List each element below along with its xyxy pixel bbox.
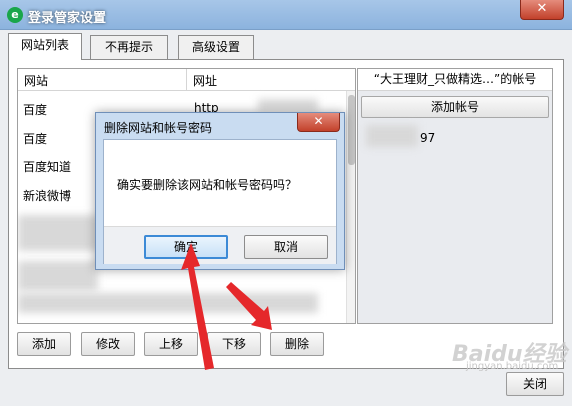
window-title: 登录管家设置 [28, 11, 107, 26]
redacted-row [18, 215, 98, 251]
list-header: 网站 网址 [18, 69, 355, 91]
dialog-body: 确实要删除该网站和帐号密码吗？ 确定 取消 [103, 139, 337, 264]
window-close-button[interactable]: ✕ [520, 0, 564, 20]
account-item[interactable]: 97 [420, 131, 435, 145]
redacted-url [258, 99, 318, 111]
list-row-site[interactable]: 百度知道 [23, 158, 71, 175]
delete-confirm-dialog: 删除网站和帐号密码 ✕ 确实要删除该网站和帐号密码吗？ 确定 取消 [95, 112, 345, 270]
title-bar: e 登录管家设置 ✕ [0, 0, 572, 30]
accounts-header: “大王理财_只做精选…”的帐号 [358, 69, 552, 91]
add-account-button[interactable]: 添加帐号 [361, 96, 549, 118]
confirm-ok-button[interactable]: 确定 [144, 235, 228, 259]
delete-site-button[interactable]: 删除 [270, 332, 324, 356]
redacted-row [18, 293, 318, 313]
confirm-cancel-button[interactable]: 取消 [244, 235, 328, 259]
dialog-message: 确实要删除该网站和帐号密码吗？ [117, 178, 298, 192]
watermark-url: jingyan.baidu.com [466, 361, 559, 372]
dialog-footer: 确定 取消 [104, 226, 336, 264]
dialog-title: 删除网站和帐号密码 [104, 121, 213, 135]
close-button[interactable]: 关闭 [506, 372, 564, 396]
app-logo-icon: e [7, 7, 23, 23]
scrollbar-thumb[interactable] [348, 95, 355, 165]
accounts-panel: “大王理财_只做精选…”的帐号 添加帐号 97 [357, 68, 553, 324]
list-row-site[interactable]: 新浪微博 [23, 187, 71, 204]
redacted-account [366, 125, 418, 147]
tab-advanced-settings[interactable]: 高级设置 [178, 35, 254, 59]
column-separator [186, 69, 187, 91]
column-header-url[interactable]: 网址 [193, 72, 217, 89]
redacted-row [18, 261, 98, 291]
move-down-button[interactable]: 下移 [207, 332, 261, 356]
list-row-site[interactable]: 百度 [23, 130, 47, 147]
edit-site-button[interactable]: 修改 [81, 332, 135, 356]
add-site-button[interactable]: 添加 [17, 332, 71, 356]
list-scrollbar[interactable] [346, 91, 355, 323]
column-header-site[interactable]: 网站 [24, 72, 48, 89]
move-up-button[interactable]: 上移 [144, 332, 198, 356]
dialog-close-button[interactable]: ✕ [297, 113, 340, 132]
tab-website-list[interactable]: 网站列表 [8, 33, 82, 60]
list-row-site[interactable]: 百度 [23, 101, 47, 118]
tab-no-prompt[interactable]: 不再提示 [90, 35, 168, 59]
